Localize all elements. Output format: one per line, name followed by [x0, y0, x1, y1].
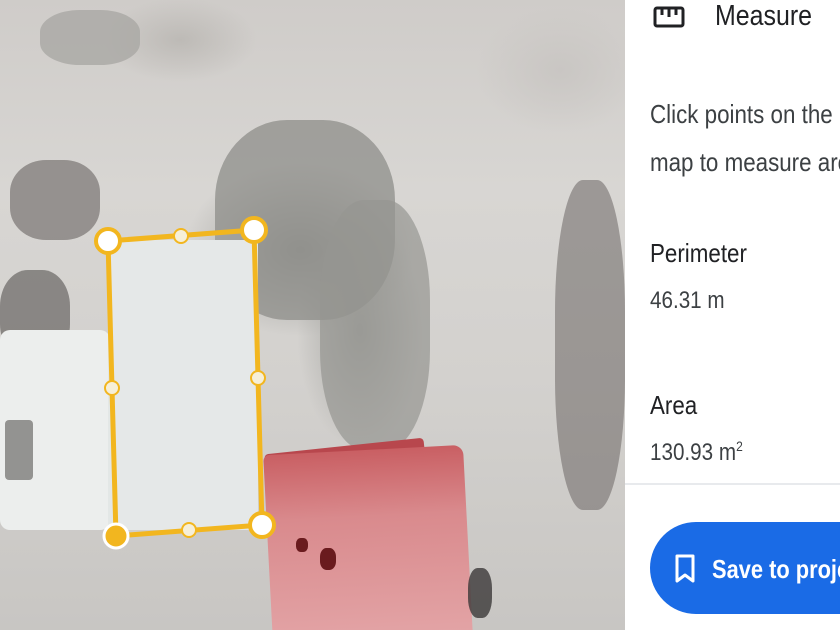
- measure-panel: Measure Click points on the map to measu…: [625, 0, 840, 630]
- vertex-handle-bottom-left-active[interactable]: [102, 522, 130, 550]
- midpoint-handle-bottom[interactable]: [181, 522, 197, 538]
- midpoint-handle-left[interactable]: [104, 380, 120, 396]
- save-button-label: Save to project: [712, 554, 840, 584]
- save-to-project-button[interactable]: Save to project: [650, 522, 840, 614]
- area-label: Area: [650, 390, 698, 420]
- perimeter-label: Perimeter: [650, 238, 747, 268]
- area-value-text: 130.93 m: [650, 439, 737, 466]
- panel-header: Measure: [625, 0, 840, 40]
- measure-outline: [105, 227, 265, 539]
- panel-divider: [625, 483, 840, 485]
- vertex-handle-top-right[interactable]: [240, 216, 268, 244]
- ruler-icon: [653, 6, 685, 28]
- perimeter-value: 46.31 m: [650, 287, 725, 314]
- panel-title: Measure: [715, 0, 813, 32]
- area-value: 130.93 m2: [650, 438, 743, 467]
- vertex-handle-bottom-right[interactable]: [248, 511, 276, 539]
- vertex-handle-top-left[interactable]: [94, 227, 122, 255]
- midpoint-handle-right[interactable]: [250, 370, 266, 386]
- measure-instructions: Click points on the map to measure area: [650, 99, 840, 177]
- satellite-map[interactable]: [0, 0, 625, 630]
- measure-polygon[interactable]: [0, 0, 625, 630]
- bookmark-icon: [675, 554, 695, 583]
- area-unit-superscript: 2: [736, 438, 743, 454]
- midpoint-handle-top[interactable]: [173, 228, 189, 244]
